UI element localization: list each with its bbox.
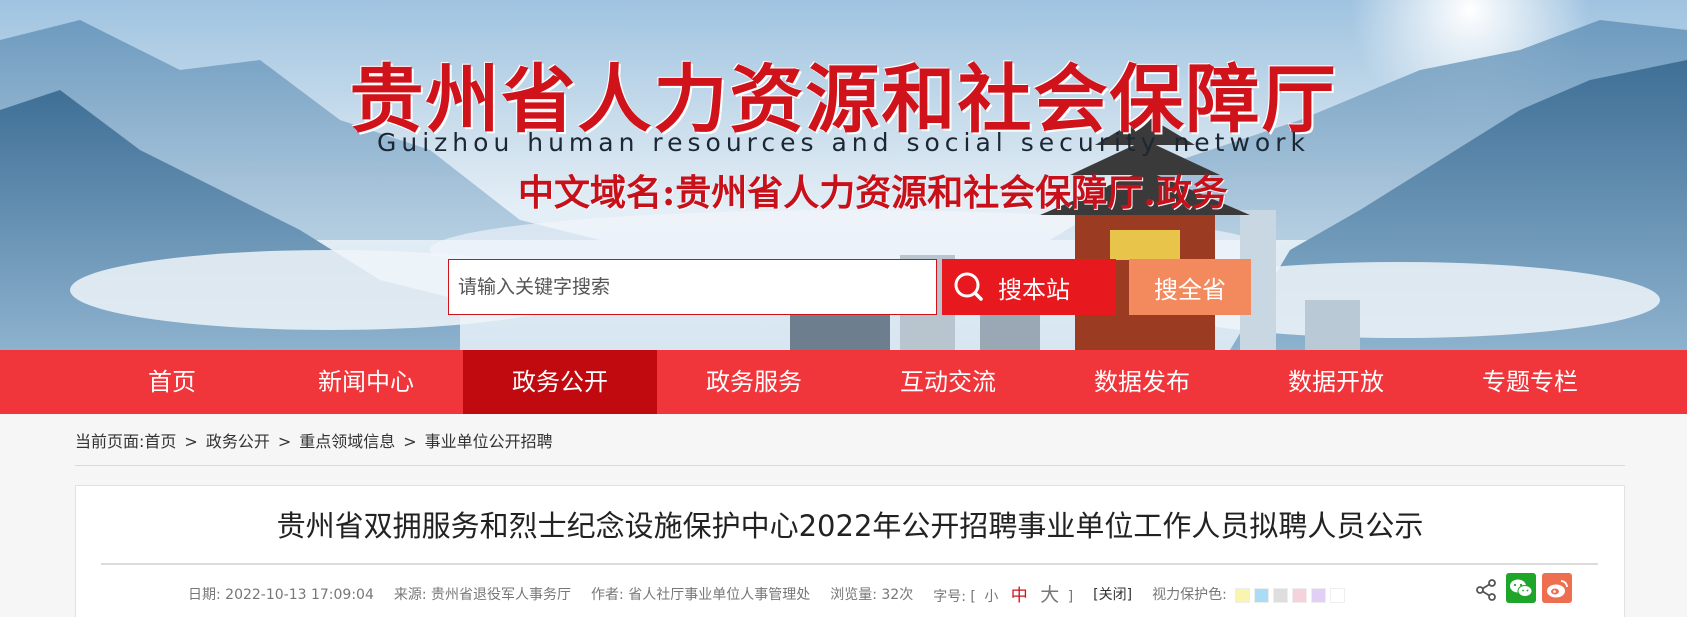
breadcrumb-separator: >: [277, 432, 292, 451]
article-meta: 日期: 2022-10-13 17:09:04 来源: 贵州省退役军人事务厅 作…: [188, 584, 1349, 606]
breadcrumb-prefix: 当前页面:: [75, 432, 145, 451]
eye-color-swatch[interactable]: [1329, 587, 1345, 603]
nav-item-gov-services[interactable]: 政务服务: [657, 350, 851, 414]
main-nav: 首页 新闻中心 政务公开 政务服务 互动交流 数据发布 数据开放 专题专栏: [0, 350, 1687, 414]
nav-item-topics[interactable]: 专题专栏: [1433, 350, 1627, 414]
fontsize-large-button[interactable]: 大: [1040, 584, 1059, 606]
breadcrumb-item[interactable]: 首页: [144, 427, 176, 457]
eye-color-swatch[interactable]: [1291, 587, 1307, 603]
search-site-label: 搜本站: [998, 275, 1070, 304]
weibo-glyph: [1547, 580, 1568, 598]
search-box: [448, 259, 937, 315]
breadcrumb-item[interactable]: 重点领域信息: [299, 427, 395, 457]
breadcrumb-item[interactable]: 事业单位公开招聘: [425, 427, 553, 457]
article-title-divider: [101, 563, 1598, 565]
meta-date-label: 日期:: [188, 587, 221, 603]
fontsize-close-bracket: ]: [1067, 589, 1074, 605]
fontsize-medium-button[interactable]: 中: [1011, 586, 1028, 606]
meta-author-label: 作者:: [591, 587, 624, 603]
breadcrumb-item[interactable]: 政务公开: [206, 427, 270, 457]
site-domain: 中文域名:贵州省人力资源和社会保障厅.政务: [518, 172, 1228, 214]
wechat-icon[interactable]: [1506, 573, 1536, 603]
search-province-label: 搜全省: [1154, 275, 1226, 304]
meta-views: 浏览量: 32次: [830, 584, 913, 606]
nav-item-home[interactable]: 首页: [75, 350, 269, 414]
meta-date: 日期: 2022-10-13 17:09:04: [188, 584, 374, 606]
share-icon[interactable]: [1474, 578, 1498, 602]
wechat-glyph: [1510, 579, 1533, 597]
header-banner: 贵州省人力资源和社会保障厅 Guizhou human resources an…: [0, 0, 1687, 350]
search-province-button[interactable]: 搜全省: [1129, 259, 1251, 315]
breadcrumb-divider: [75, 465, 1625, 466]
meta-fontsize: 字号: [ 小 中 大 ]: [933, 584, 1073, 606]
search-icon: [954, 272, 983, 301]
breadcrumb: 当前页面: 首页 > 政务公开 > 重点领域信息 > 事业单位公开招聘: [75, 427, 553, 457]
fontsize-small-button[interactable]: 小: [984, 589, 998, 605]
article-panel: 贵州省双拥服务和烈士纪念设施保护中心2022年公开招聘事业单位工作人员拟聘人员公…: [75, 485, 1625, 617]
eye-color-swatch[interactable]: [1272, 587, 1288, 603]
fontsize-open-bracket: [: [970, 589, 976, 605]
eye-protection-swatches: [1234, 584, 1349, 606]
meta-source-label: 来源:: [393, 587, 427, 603]
site-subtitle: Guizhou human resources and social secur…: [377, 128, 1310, 157]
meta-author: 作者: 省人社厅事业单位人事管理处: [591, 584, 810, 606]
nav-item-interaction[interactable]: 互动交流: [851, 350, 1045, 414]
meta-source-value: 贵州省退役军人事务厅: [431, 587, 572, 603]
search-site-button[interactable]: 搜本站: [942, 259, 1116, 315]
breadcrumb-separator: >: [403, 432, 417, 451]
article-title: 贵州省双拥服务和烈士纪念设施保护中心2022年公开招聘事业单位工作人员拟聘人员公…: [276, 509, 1424, 543]
search-input[interactable]: [449, 260, 936, 314]
nav-item-gov-affairs[interactable]: 政务公开: [463, 350, 657, 414]
meta-views-label: 浏览量:: [830, 587, 877, 603]
eye-color-swatch[interactable]: [1310, 587, 1326, 603]
meta-date-value: 2022-10-13 17:09:04: [225, 587, 374, 603]
breadcrumb-separator: >: [184, 432, 198, 451]
meta-author-value: 省人社厅事业单位人事管理处: [628, 587, 811, 603]
weibo-icon[interactable]: [1542, 573, 1572, 603]
nav-item-news[interactable]: 新闻中心: [269, 350, 463, 414]
nav-item-data-release[interactable]: 数据发布: [1045, 350, 1239, 414]
meta-fontsize-label: 字号:: [933, 589, 966, 605]
eye-color-swatch[interactable]: [1253, 587, 1269, 603]
eye-color-swatch[interactable]: [1234, 587, 1250, 603]
meta-source: 来源: 贵州省退役军人事务厅: [394, 584, 571, 606]
close-page-link[interactable]: [关闭]: [1093, 584, 1132, 606]
nav-item-data-open[interactable]: 数据开放: [1239, 350, 1433, 414]
meta-views-value: 32次: [881, 587, 914, 603]
eye-protection-label: 视力保护色:: [1152, 587, 1227, 603]
